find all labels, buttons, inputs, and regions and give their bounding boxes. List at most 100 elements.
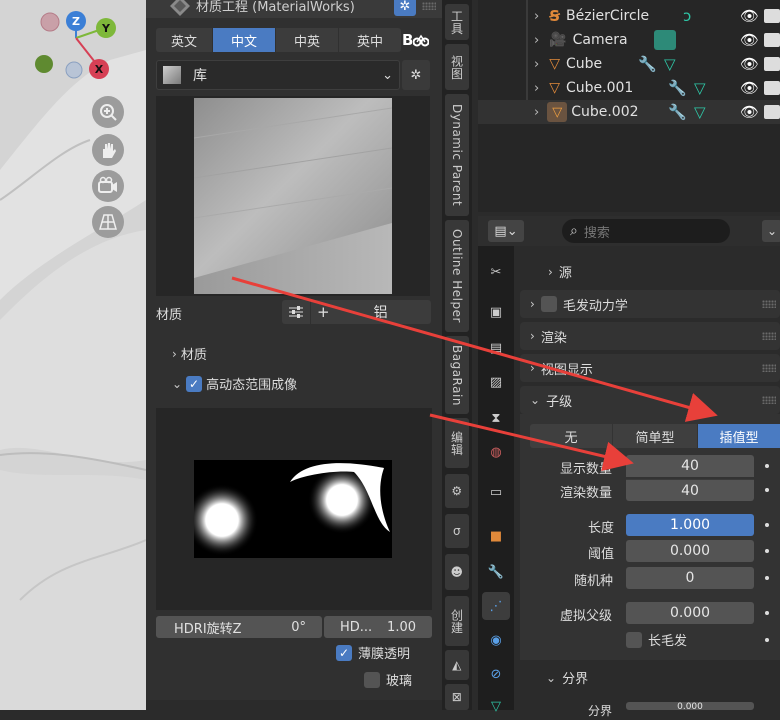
hd-strength-field[interactable]: HD... 1.00 <box>324 616 432 638</box>
data-icon[interactable]: ▽ <box>482 692 510 720</box>
long-hair-checkbox[interactable] <box>626 631 642 648</box>
render-amount-field[interactable]: 40 <box>626 479 754 501</box>
modifier-wrench-icon[interactable]: 🔧 <box>482 558 510 586</box>
chevron-right-icon[interactable]: › <box>534 9 539 24</box>
view-layer-icon[interactable]: ▨ <box>482 368 510 396</box>
section-source[interactable]: › 源 <box>548 262 572 282</box>
drag-handle-icon[interactable] <box>762 364 776 372</box>
display-amount-field[interactable]: 40 <box>626 455 754 477</box>
tab-sigma-icon[interactable]: σ <box>445 514 469 548</box>
hdri-preview-image[interactable] <box>194 460 392 558</box>
keyframe-dot-icon[interactable] <box>765 611 769 615</box>
gizmo-z-axis[interactable]: Z <box>66 11 86 31</box>
long-hair-option[interactable]: 长毛发 <box>626 630 687 649</box>
keyframe-dot-icon[interactable] <box>765 488 769 492</box>
camera-render-icon[interactable] <box>764 9 780 23</box>
list-item[interactable]: › ▽ Cube 🔧 ▽ 👁 <box>478 52 780 76</box>
camera-render-icon[interactable] <box>764 57 780 71</box>
tab-chinese-english[interactable]: 中英 <box>276 28 338 52</box>
drag-handle-icon[interactable] <box>762 332 776 340</box>
tab-english-chinese[interactable]: 英中 <box>339 28 401 52</box>
chevron-right-icon[interactable]: › <box>534 81 539 96</box>
scene-icon[interactable]: ⧗ <box>482 404 510 432</box>
library-dropdown[interactable]: 库 ⌄ <box>156 60 400 90</box>
eye-icon[interactable]: 👁 <box>740 7 759 25</box>
chevron-right-icon[interactable]: › <box>534 105 539 120</box>
object-name[interactable]: Cube.002 <box>571 104 638 120</box>
thin-film-checkbox[interactable]: ✓ <box>336 644 352 661</box>
perspective-grid-icon[interactable] <box>92 206 124 238</box>
list-item[interactable]: › Ꞩ BézierCircle ↄ 👁 <box>478 4 780 28</box>
tab-skull-icon[interactable]: ☻ <box>445 554 469 590</box>
gizmo-x-axis[interactable]: X <box>89 59 109 79</box>
tab-outline-helper[interactable]: Outline Helper <box>445 220 469 332</box>
tool-icon[interactable]: ✂ <box>482 258 510 286</box>
keyframe-dot-icon[interactable] <box>765 464 769 468</box>
list-item[interactable]: › ▽ Cube.001 🔧 ▽ 👁 <box>478 76 780 100</box>
panel-title-bar[interactable]: 材质工程 (MaterialWorks) ✲ <box>146 0 442 18</box>
tab-dynamic-parent[interactable]: Dynamic Parent <box>445 94 469 216</box>
camera-render-icon[interactable] <box>764 81 780 95</box>
glass-option[interactable]: 玻璃 <box>364 670 412 689</box>
section-viewport-display[interactable]: › 视图显示 <box>520 354 780 382</box>
section-clumping[interactable]: ⌄ 分界 <box>546 668 588 688</box>
tab-create[interactable]: 创建 <box>445 596 469 646</box>
tab-view[interactable]: 视图 <box>445 44 469 90</box>
section-hdri[interactable]: ⌄ ✓ 高动态范围成像 <box>172 374 297 393</box>
hdri-checkbox[interactable]: ✓ <box>186 375 203 392</box>
camera-render-icon[interactable] <box>764 33 780 47</box>
library-settings-icon[interactable]: ✲ <box>402 60 430 90</box>
chevron-down-icon[interactable]: ⌄ <box>762 220 780 242</box>
tab-nodes-icon[interactable]: ⊠ <box>445 684 469 710</box>
camera-view-icon[interactable] <box>92 170 124 202</box>
add-material-icon[interactable]: + <box>317 303 330 321</box>
hair-dynamics-checkbox[interactable] <box>540 296 557 312</box>
child-mode-interpolated[interactable]: 插值型 <box>698 424 780 448</box>
hdri-rotation-field[interactable]: HDRI旋转Z 0° <box>156 616 322 638</box>
keyframe-dot-icon[interactable] <box>765 549 769 553</box>
threshold-field[interactable]: 0.000 <box>626 540 754 562</box>
object-name[interactable]: BézierCircle <box>566 8 649 24</box>
list-item[interactable]: › ▽ Cube.002 🔧 ▽ 👁 <box>478 100 780 124</box>
material-preview-image[interactable] <box>194 98 392 294</box>
drag-handle-icon[interactable] <box>762 300 776 308</box>
particles-icon[interactable]: ⋰ <box>482 592 510 620</box>
child-mode-simple[interactable]: 简单型 <box>613 424 697 448</box>
render-icon[interactable]: ▣ <box>482 298 510 326</box>
3d-viewport[interactable]: Z Y X <box>0 0 146 710</box>
tab-tool[interactable]: 工具 <box>445 4 469 40</box>
drag-handle-icon[interactable] <box>762 396 776 404</box>
object-name[interactable]: Cube <box>566 56 602 72</box>
eye-icon[interactable]: 👁 <box>740 103 759 121</box>
seed-field[interactable]: 0 <box>626 567 754 589</box>
eye-icon[interactable]: 👁 <box>740 79 759 97</box>
keyframe-dot-icon[interactable] <box>765 638 769 642</box>
tab-chinese[interactable]: 中文 <box>213 28 275 52</box>
zoom-icon[interactable] <box>92 96 124 128</box>
chevron-right-icon[interactable]: › <box>534 57 539 72</box>
eye-icon[interactable]: 👁 <box>740 55 759 73</box>
list-item[interactable]: › 🎥 Camera 👁 <box>478 28 780 52</box>
tab-edit[interactable]: 编辑 <box>445 418 469 468</box>
keyframe-dot-icon[interactable] <box>765 576 769 580</box>
material-filter-icon[interactable] <box>282 300 310 324</box>
output-icon[interactable]: ▤ <box>482 334 510 362</box>
virtual-parents-field[interactable]: 0.000 <box>626 602 754 624</box>
material-selector[interactable]: + 铝 <box>311 300 431 324</box>
drag-handle-icon[interactable] <box>422 2 436 10</box>
tab-english[interactable]: 英文 <box>156 28 212 52</box>
length-field[interactable]: 1.000 <box>626 514 754 536</box>
physics-icon[interactable]: ◉ <box>482 626 510 654</box>
constraints-icon[interactable]: ⊘ <box>482 660 510 688</box>
pan-hand-icon[interactable] <box>92 134 124 166</box>
object-icon[interactable]: ■ <box>482 522 510 550</box>
keyframe-dot-icon[interactable] <box>765 523 769 527</box>
tab-prism-icon[interactable]: ◭ <box>445 650 469 680</box>
section-render[interactable]: › 渲染 <box>520 322 780 350</box>
child-mode-none[interactable]: 无 <box>530 424 612 448</box>
chevron-right-icon[interactable]: › <box>534 33 539 48</box>
tab-settings-gear-icon[interactable]: ⚙ <box>445 474 469 508</box>
clump-field[interactable]: 0.000 <box>626 702 754 710</box>
section-material[interactable]: › 材质 <box>172 344 207 364</box>
section-hair-dynamics[interactable]: › 毛发动力学 <box>520 290 780 318</box>
